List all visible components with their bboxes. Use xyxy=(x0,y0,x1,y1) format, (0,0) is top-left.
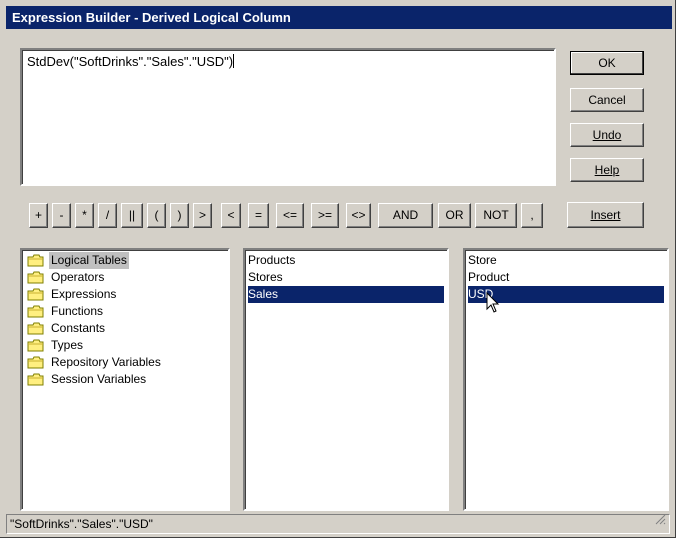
ok-button[interactable]: OK xyxy=(570,51,644,75)
table-list[interactable]: Products Stores Sales xyxy=(243,248,449,511)
category-label: Repository Variables xyxy=(51,355,161,369)
operator-concat-button[interactable]: || xyxy=(121,203,143,228)
category-label: Functions xyxy=(51,304,104,318)
list-item-products[interactable]: Products xyxy=(248,252,444,269)
mouse-pointer-icon xyxy=(486,291,500,317)
undo-button[interactable]: Undo xyxy=(570,123,644,147)
operator-or-button[interactable]: OR xyxy=(438,203,471,228)
expression-builder-dialog: Expression Builder - Derived Logical Col… xyxy=(0,0,676,538)
operator-less-equal-button[interactable]: <= xyxy=(276,203,304,228)
column-list[interactable]: Store Product USD xyxy=(463,248,669,511)
category-item-expressions[interactable]: Expressions xyxy=(25,286,225,303)
operator-not-equal-button[interactable]: <> xyxy=(346,203,371,228)
category-item-repository-variables[interactable]: Repository Variables xyxy=(25,354,225,371)
folder-icon xyxy=(27,322,44,335)
list-item-product[interactable]: Product xyxy=(468,269,664,286)
category-item-functions[interactable]: Functions xyxy=(25,303,225,320)
operator-less-button[interactable]: < xyxy=(221,203,241,228)
list-item-sales[interactable]: Sales xyxy=(248,286,444,303)
category-item-logical-tables[interactable]: Logical Tables xyxy=(25,252,225,269)
operator-greater-button[interactable]: > xyxy=(193,203,212,228)
operator-minus-button[interactable]: - xyxy=(52,203,71,228)
category-label: Types xyxy=(51,338,84,352)
status-text: "SoftDrinks"."Sales"."USD" xyxy=(10,517,153,531)
folder-icon xyxy=(27,356,44,369)
operator-open-paren-button[interactable]: ( xyxy=(147,203,166,228)
operator-comma-button[interactable]: , xyxy=(521,203,543,228)
window-title: Expression Builder - Derived Logical Col… xyxy=(6,6,672,29)
resize-grip-icon[interactable] xyxy=(654,512,666,530)
folder-icon xyxy=(27,339,44,352)
folder-icon xyxy=(27,305,44,318)
operator-equals-button[interactable]: = xyxy=(248,203,269,228)
expression-editor[interactable]: StdDev("SoftDrinks"."Sales"."USD") xyxy=(20,48,556,186)
category-label: Operators xyxy=(51,270,105,284)
status-bar: "SoftDrinks"."Sales"."USD" xyxy=(6,514,670,534)
operator-and-button[interactable]: AND xyxy=(378,203,433,228)
operator-multiply-button[interactable]: * xyxy=(75,203,94,228)
folder-icon xyxy=(27,373,44,386)
category-label: Constants xyxy=(51,321,106,335)
category-label: Logical Tables xyxy=(49,252,129,269)
list-item-stores[interactable]: Stores xyxy=(248,269,444,286)
cancel-button[interactable]: Cancel xyxy=(570,88,644,112)
category-list[interactable]: Logical Tables Operators Expressions Fun… xyxy=(20,248,230,511)
operator-close-paren-button[interactable]: ) xyxy=(170,203,189,228)
text-caret xyxy=(233,54,235,68)
help-button[interactable]: Help xyxy=(570,158,644,182)
operator-not-button[interactable]: NOT xyxy=(475,203,517,228)
operator-divide-button[interactable]: / xyxy=(98,203,117,228)
folder-icon xyxy=(27,254,44,267)
insert-button[interactable]: Insert xyxy=(567,202,644,228)
expression-text: StdDev("SoftDrinks"."Sales"."USD") xyxy=(27,54,234,69)
operator-greater-equal-button[interactable]: >= xyxy=(311,203,339,228)
category-item-operators[interactable]: Operators xyxy=(25,269,225,286)
list-item-store[interactable]: Store xyxy=(468,252,664,269)
folder-icon xyxy=(27,271,44,284)
folder-icon xyxy=(27,288,44,301)
category-label: Session Variables xyxy=(51,372,147,386)
operator-plus-button[interactable]: + xyxy=(29,203,48,228)
category-item-constants[interactable]: Constants xyxy=(25,320,225,337)
category-item-session-variables[interactable]: Session Variables xyxy=(25,371,225,388)
category-label: Expressions xyxy=(51,287,117,301)
category-item-types[interactable]: Types xyxy=(25,337,225,354)
